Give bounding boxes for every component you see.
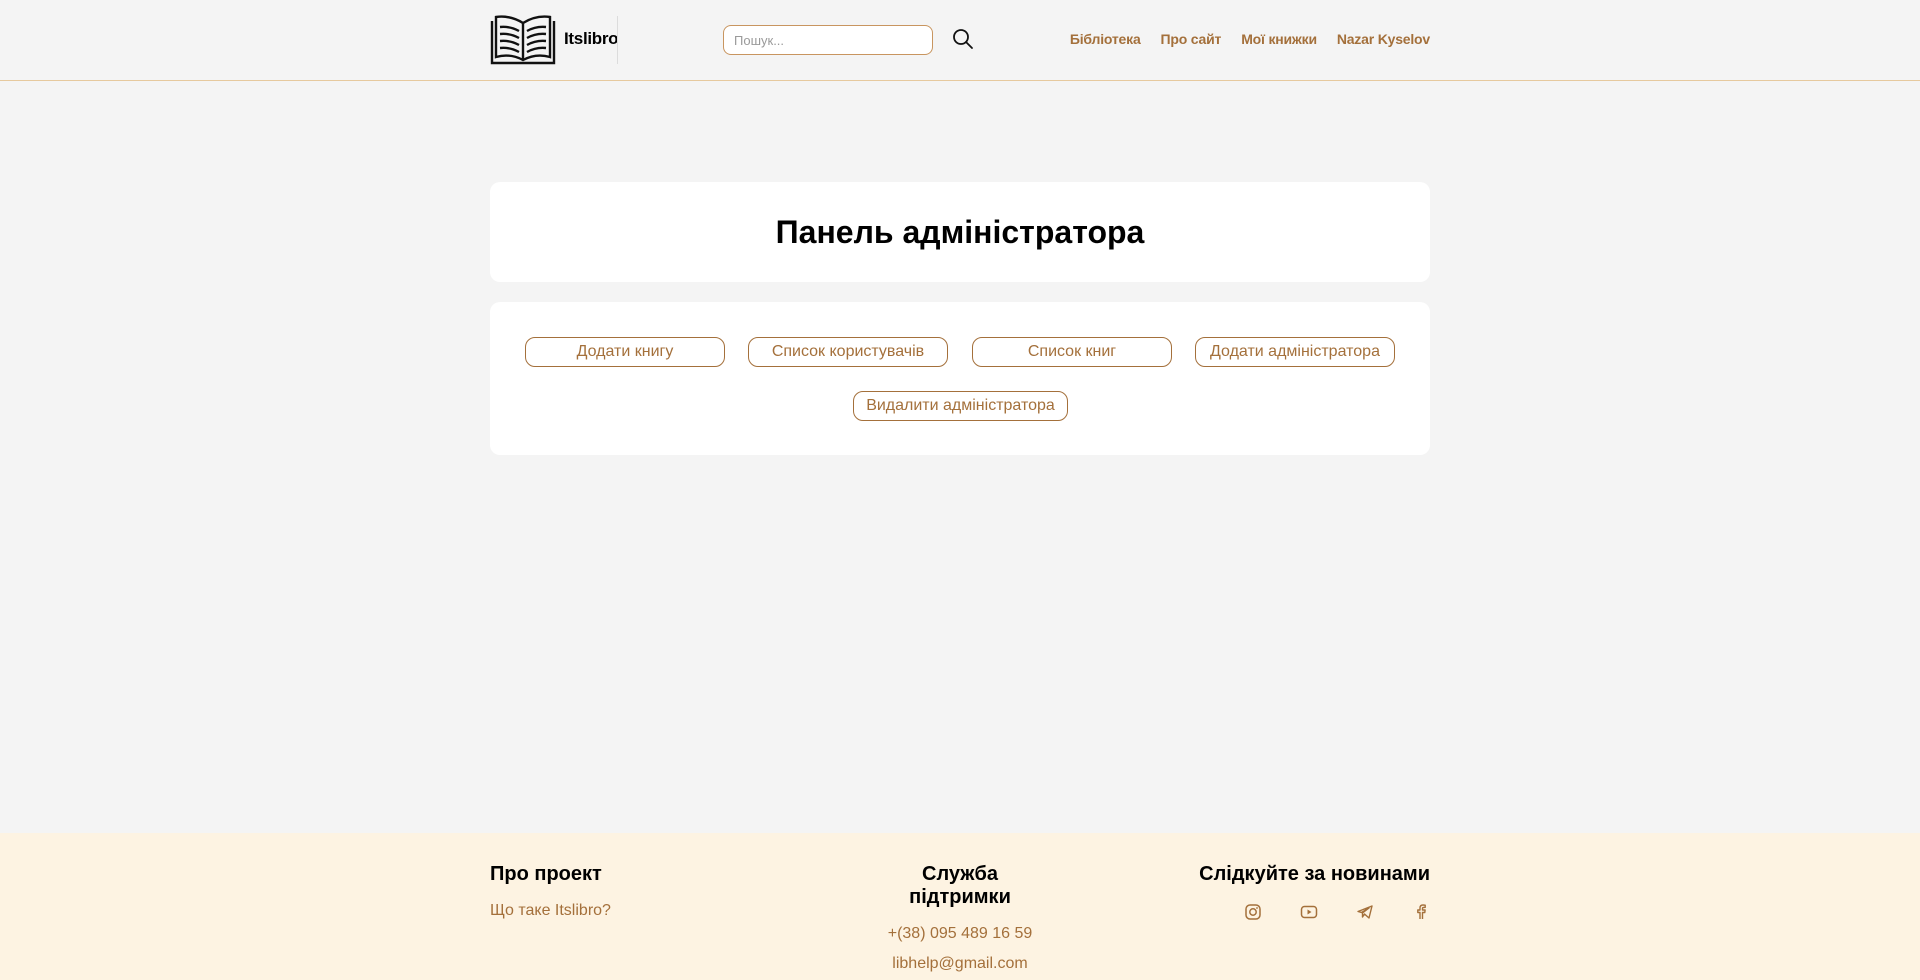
main-nav: Бібліотека Про сайт Мої книжки Nazar Kys… [1070,31,1430,47]
remove-admin-button[interactable]: Видалити адміністратора [853,391,1068,421]
search-icon [953,29,973,49]
what-is-itslibro-link[interactable]: Що таке Itslibro? [490,902,611,920]
telegram-icon [1357,905,1373,919]
page-title: Панель адміністратора [775,213,1145,250]
admin-title-card: Панель адміністратора [490,182,1430,282]
support-phone-link[interactable]: +(38) 095 489 16 59 [873,925,1047,943]
facebook-link[interactable] [1412,903,1430,921]
brand-name: Itslibro [564,29,619,48]
nav-my-books[interactable]: Мої книжки [1241,31,1317,47]
add-admin-button[interactable]: Додати адміністратора [1195,337,1395,367]
social-links [1244,903,1430,921]
header: Itslibro Бібліотека Про сайт Мої книжки … [0,0,1920,81]
users-list-button[interactable]: Список користувачів [748,337,948,367]
search-input[interactable] [723,25,933,55]
admin-actions-card: Додати книгу Список користувачів Список … [490,302,1430,455]
footer-support: Служба підтримки +(38) 095 489 16 59 lib… [873,863,1047,973]
instagram-icon [1245,904,1261,920]
nav-about-site[interactable]: Про сайт [1161,31,1222,47]
nav-user-profile[interactable]: Nazar Kyselov [1337,31,1430,47]
nav-library[interactable]: Бібліотека [1070,31,1141,47]
youtube-icon [1300,905,1318,919]
footer: Про проект Що таке Itslibro? Служба підт… [0,833,1920,980]
telegram-link[interactable] [1356,903,1374,921]
youtube-link[interactable] [1300,903,1318,921]
instagram-link[interactable] [1244,903,1262,921]
footer-news-title: Слідкуйте за новинами [1199,863,1430,885]
footer-news: Слідкуйте за новинами [1199,863,1430,886]
search-button[interactable] [952,28,974,50]
support-email-link[interactable]: libhelp@gmail.com [873,955,1047,973]
open-book-icon [490,15,556,65]
footer-about: Про проект Що таке Itslibro? [490,863,611,920]
books-list-button[interactable]: Список книг [972,337,1172,367]
facebook-icon [1417,904,1426,919]
footer-about-title: Про проект [490,863,602,885]
footer-support-title: Служба підтримки [909,863,1011,908]
site-logo[interactable]: Itslibro [490,13,619,65]
logo-divider [617,16,618,64]
add-book-button[interactable]: Додати книгу [525,337,725,367]
